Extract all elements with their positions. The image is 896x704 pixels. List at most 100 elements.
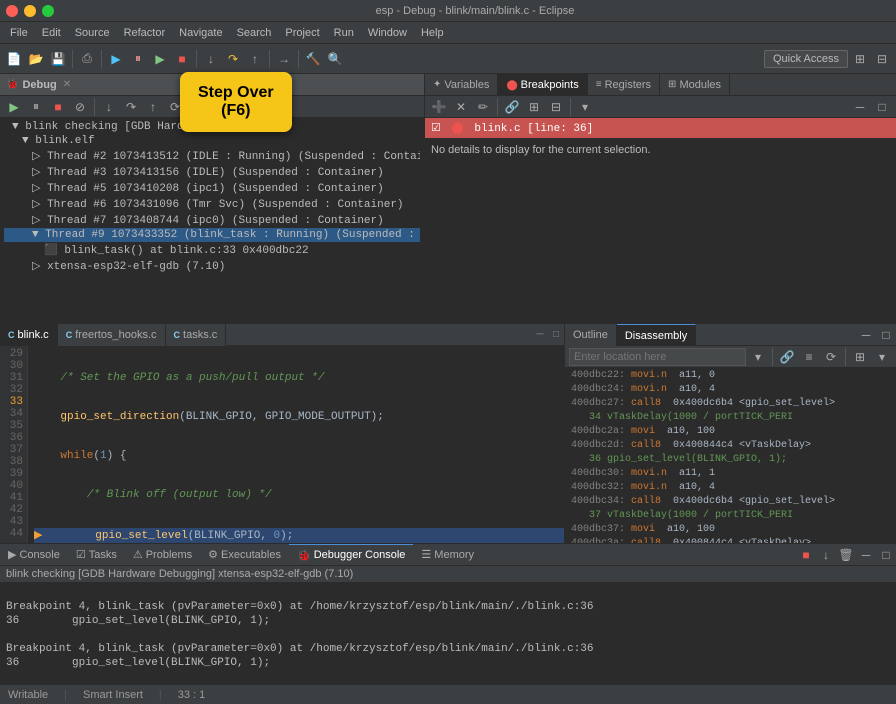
debug-thread-3[interactable]: ▷ Thread #3 1073413156 (IDLE) (Suspended… (4, 164, 420, 180)
resume-button[interactable]: ▶ (150, 49, 170, 69)
debug-disconnect-btn[interactable]: ⊘ (70, 97, 90, 117)
debug-tree[interactable]: ▼ blink checking [GDB Hardw... ▼ blink.e… (0, 118, 424, 323)
disasm-menu-btn[interactable]: ▾ (872, 347, 892, 367)
disasm-content[interactable]: 400dbc22:movi.na11, 0 400dbc24:movi.na10… (565, 368, 896, 543)
debug-use-step-btn[interactable]: ⚙ (194, 97, 214, 117)
debug-step-return-btn[interactable]: ↑ (143, 97, 163, 117)
maximize-button[interactable] (42, 5, 54, 17)
debug-panel-close[interactable]: ✕ (63, 79, 71, 90)
menu-run[interactable]: Run (328, 25, 360, 41)
console-scroll-lock-btn[interactable]: ↓ (816, 545, 836, 565)
debug-collapse-btn[interactable]: ◧ (216, 97, 236, 117)
build-button[interactable]: 🔨 (303, 49, 323, 69)
tab-console[interactable]: ▶ Console (0, 544, 68, 566)
console-clear-btn[interactable]: 🗑 (836, 545, 856, 565)
new-button[interactable]: 📄 (4, 49, 24, 69)
step-return-button[interactable]: ↑ (245, 49, 265, 69)
stop-button[interactable]: ■ (172, 49, 192, 69)
console-tab-label: Console (19, 549, 59, 561)
disasm-layout-btn[interactable]: ⊞ (850, 347, 870, 367)
vars-min-btn[interactable]: ─ (850, 97, 870, 117)
search-button[interactable]: 🔍 (325, 49, 345, 69)
tab-disassembly[interactable]: Disassembly (617, 324, 696, 346)
debug-step-over-btn[interactable]: ↷ (121, 97, 141, 117)
debug-root-item[interactable]: ▼ blink checking [GDB Hardw... (4, 120, 420, 134)
disasm-reload-btn[interactable]: ⟳ (821, 347, 841, 367)
menu-navigate[interactable]: Navigate (173, 25, 228, 41)
menu-help[interactable]: Help (415, 25, 450, 41)
editor-tab-tasks[interactable]: C tasks.c (166, 324, 227, 346)
console-max-btn[interactable]: □ (876, 545, 896, 565)
vars-menu-btn[interactable]: ▾ (575, 97, 595, 117)
vars-collapse-btn[interactable]: ⊟ (546, 97, 566, 117)
tab-modules[interactable]: ⊞ Modules (660, 73, 730, 95)
menu-window[interactable]: Window (362, 25, 413, 41)
tab-breakpoints[interactable]: ⬤ Breakpoints (498, 73, 587, 95)
open-button[interactable]: 📂 (26, 49, 46, 69)
suspend-button[interactable]: ⏸ (128, 49, 148, 69)
debug-thread-9[interactable]: ▼ Thread #9 1073433352 (blink_task : Run… (4, 228, 420, 242)
debug-stack-frame[interactable]: ⬛ blink_task() at blink.c:33 0x400dbc22 (4, 242, 420, 258)
tab-memory[interactable]: ☰ Memory (413, 544, 482, 566)
editor-maximize-btn[interactable]: □ (548, 327, 564, 343)
debug-suspend-btn[interactable]: ⏸ (26, 97, 46, 117)
tab-problems[interactable]: ⚠ Problems (125, 544, 200, 566)
code-area[interactable]: 29303132 33 34353637 38394041 424344 /* … (0, 346, 564, 543)
debug-button[interactable]: ▶ (106, 49, 126, 69)
save-button[interactable]: 💾 (48, 49, 68, 69)
debug-thread-7[interactable]: ▷ Thread #7 1073408744 (ipc0) (Suspended… (4, 212, 420, 228)
debug-stop-btn[interactable]: ■ (48, 97, 68, 117)
step-over-button[interactable]: ↷ (223, 49, 243, 69)
disasm-min-btn[interactable]: ─ (856, 325, 876, 345)
tab-variables[interactable]: ✦ Variables (425, 73, 498, 95)
print-button[interactable]: ⎙ (77, 49, 97, 69)
disasm-link-btn[interactable]: 🔗 (777, 347, 797, 367)
vars-max-btn[interactable]: □ (872, 97, 892, 117)
breakpoint-check[interactable]: ☑ (431, 123, 441, 135)
menu-edit[interactable]: Edit (36, 25, 67, 41)
tab-debugger-console[interactable]: 🐞 Debugger Console (289, 544, 413, 566)
debug-thread-2[interactable]: ▷ Thread #2 1073413512 (IDLE : Running) … (4, 148, 420, 164)
debug-thread-5[interactable]: ▷ Thread #5 1073410208 (ipc1) (Suspended… (4, 180, 420, 196)
perspective-button[interactable]: ⊞ (850, 49, 870, 69)
breakpoint-item[interactable]: ☑ ⬤ blink.c [line: 36] (425, 118, 896, 138)
menu-refactor[interactable]: Refactor (118, 25, 172, 41)
close-button[interactable] (6, 5, 18, 17)
disasm-src-btn[interactable]: ≡ (799, 347, 819, 367)
console-stop-btn[interactable]: ■ (796, 545, 816, 565)
debug-resume-btn[interactable]: ▶ (4, 97, 24, 117)
debug-blink-elf[interactable]: ▼ blink.elf (4, 134, 420, 148)
quick-access-button[interactable]: Quick Access (764, 50, 848, 68)
menu-search[interactable]: Search (231, 25, 278, 41)
console-content[interactable]: Breakpoint 4, blink_task (pvParameter=0x… (0, 583, 896, 684)
open-perspective-button[interactable]: ⊟ (872, 49, 892, 69)
location-input[interactable] (569, 348, 746, 366)
vars-link-btn[interactable]: 🔗 (502, 97, 522, 117)
vars-remove-btn[interactable]: ✕ (451, 97, 471, 117)
debug-step-into-btn[interactable]: ↓ (99, 97, 119, 117)
menu-source[interactable]: Source (69, 25, 116, 41)
disasm-go-btn[interactable]: ▾ (748, 347, 768, 367)
editor-minimize-btn[interactable]: ─ (532, 327, 548, 343)
tab-registers[interactable]: ≡ Registers (588, 73, 660, 95)
debug-drop-btn[interactable]: ⟳ (165, 97, 185, 117)
breakpoint-label: blink.c [line: 36] (474, 123, 593, 135)
console-min-btn[interactable]: ─ (856, 545, 876, 565)
code-lines[interactable]: /* Set the GPIO as a push/pull output */… (28, 346, 564, 543)
menu-file[interactable]: File (4, 25, 34, 41)
step-into-button[interactable]: ↓ (201, 49, 221, 69)
editor-tab-freertos[interactable]: C freertos_hooks.c (58, 324, 166, 346)
minimize-button[interactable] (24, 5, 36, 17)
menu-project[interactable]: Project (279, 25, 325, 41)
tab-outline[interactable]: Outline (565, 324, 617, 346)
editor-tab-blink[interactable]: C blink.c (0, 324, 58, 346)
disasm-max-btn[interactable]: □ (876, 325, 896, 345)
debug-gdb[interactable]: ▷ xtensa-esp32-elf-gdb (7.10) (4, 258, 420, 274)
tab-tasks[interactable]: ☑ Tasks (68, 544, 125, 566)
debug-thread-6[interactable]: ▷ Thread #6 1073431096 (Tmr Svc) (Suspen… (4, 196, 420, 212)
vars-edit-btn[interactable]: ✏ (473, 97, 493, 117)
vars-expand-btn[interactable]: ⊞ (524, 97, 544, 117)
vars-add-btn[interactable]: ➕ (429, 97, 449, 117)
tab-executables[interactable]: ⚙ Executables (200, 544, 289, 566)
run-to-line-button[interactable]: → (274, 49, 294, 69)
